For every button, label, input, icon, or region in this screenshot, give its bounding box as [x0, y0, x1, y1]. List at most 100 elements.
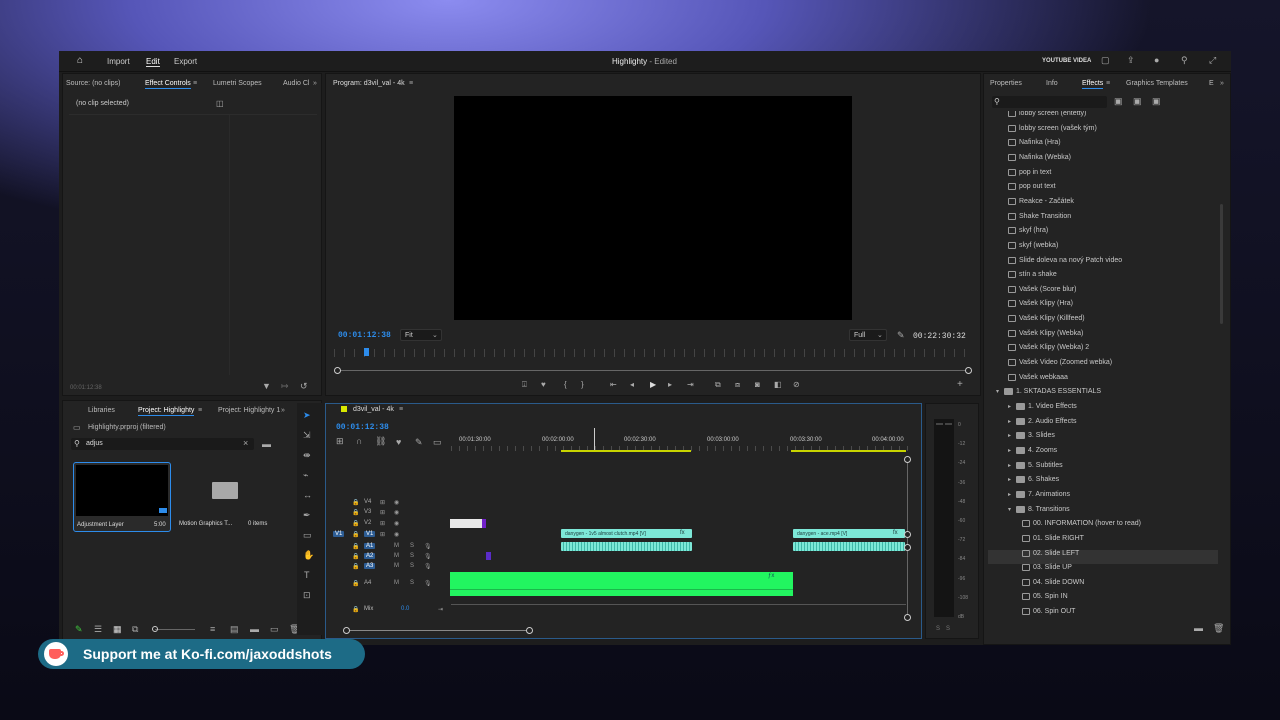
- lock-icon[interactable]: 🔒: [352, 580, 359, 587]
- solo-left[interactable]: S: [936, 626, 940, 632]
- track-label[interactable]: V3: [364, 509, 371, 515]
- effect-item[interactable]: pop out text: [988, 183, 1218, 197]
- effect-item[interactable]: 02. Slide LEFT: [988, 549, 1218, 564]
- effect-item[interactable]: Nafinka (Webka): [988, 153, 1218, 168]
- mute-icon[interactable]: M: [394, 543, 399, 549]
- tab-properties[interactable]: Properties: [990, 80, 1022, 87]
- track-label[interactable]: A2: [364, 553, 376, 559]
- clear-search-icon[interactable]: ×: [243, 438, 248, 448]
- add-button-icon[interactable]: +: [957, 379, 963, 390]
- search-icon[interactable]: ⚲: [1181, 56, 1188, 65]
- tab-essential[interactable]: E: [1209, 80, 1214, 87]
- lock-icon[interactable]: 🔒: [352, 531, 359, 538]
- sequence-tab[interactable]: d3vil_val - 4k: [353, 406, 394, 413]
- sync-lock-icon[interactable]: ⊞: [380, 499, 385, 506]
- mute-icon[interactable]: M: [394, 563, 399, 569]
- effect-item[interactable]: lobby screen (entetty): [988, 111, 1218, 124]
- lock-icon[interactable]: 🔒: [352, 563, 359, 570]
- project-item-adjustment-layer[interactable]: Adjustment Layer 5:00: [73, 462, 171, 532]
- effect-item[interactable]: ▸ 3. Slides: [988, 432, 1218, 446]
- effect-item[interactable]: 01. Slide RIGHT: [988, 534, 1218, 549]
- track-label[interactable]: V4: [364, 499, 371, 505]
- snap-icon[interactable]: ∩: [356, 437, 362, 446]
- accelerated-effects-icon[interactable]: ▣: [1114, 97, 1123, 106]
- lock-icon[interactable]: 🔒: [352, 543, 359, 550]
- home-icon[interactable]: ⌂: [77, 56, 83, 66]
- panel-layout-icon[interactable]: ▢: [1101, 56, 1110, 65]
- video-clip[interactable]: danygen - 1v5 almost clutch.mp4 [V] fx: [561, 529, 692, 538]
- timeline-ruler[interactable]: 00:01:30:00 00:02:00:00 00:02:30:00 00:0…: [451, 437, 911, 453]
- export-frame-icon[interactable]: ↦: [281, 382, 289, 391]
- effect-item[interactable]: ▸ 7. Animations: [988, 490, 1218, 505]
- mic-icon[interactable]: 🎙: [424, 553, 432, 560]
- tab-libraries[interactable]: Libraries: [88, 407, 115, 414]
- track-header[interactable]: 🔒 ⊞ ◉ V3: [326, 508, 451, 518]
- video-clip[interactable]: danygen - ace.mp4 [V] fx: [793, 529, 905, 538]
- eye-icon[interactable]: ◉: [394, 509, 399, 516]
- nav-export[interactable]: Export: [174, 57, 197, 66]
- scroll-handle-top[interactable]: [904, 456, 911, 463]
- effect-item[interactable]: 05. Spin IN: [988, 593, 1218, 607]
- scroll-handle-bottom[interactable]: [904, 614, 911, 621]
- eye-icon[interactable]: ◉: [394, 499, 399, 506]
- wrench-icon[interactable]: ✎: [897, 331, 905, 340]
- track-label[interactable]: V2: [364, 520, 371, 526]
- mix-value[interactable]: 0.0: [401, 606, 409, 612]
- effect-item[interactable]: skyf (hra): [988, 227, 1218, 241]
- chevron-right-icon[interactable]: ▸: [1008, 491, 1016, 498]
- extract-icon[interactable]: ⧈: [735, 380, 740, 390]
- effect-item[interactable]: Vašek Klipy (Hra): [988, 300, 1218, 314]
- nest-icon[interactable]: ⊞: [336, 437, 344, 446]
- type-tool-icon[interactable]: T: [304, 571, 310, 580]
- selection-tool-icon[interactable]: ➤: [303, 411, 311, 420]
- new-bin-icon[interactable]: ▬: [250, 625, 259, 634]
- track-header[interactable]: V1 🔒 ⊞ ◉ V1: [326, 530, 451, 540]
- more-tabs-icon[interactable]: »: [313, 79, 317, 88]
- track-label[interactable]: A4: [364, 580, 371, 586]
- add-marker-icon[interactable]: ♥: [541, 380, 546, 389]
- workspace-label[interactable]: YOUTUBE VIDEA: [1042, 58, 1091, 64]
- thumbnail-size-slider[interactable]: [155, 629, 195, 630]
- mix-track-header[interactable]: 🔒 Mix 0.0 ⇥: [326, 605, 451, 615]
- panel-menu-icon[interactable]: ≡: [193, 79, 197, 88]
- effect-item[interactable]: ▾ 1. SKTADAS ESSENTIALS: [988, 388, 1218, 402]
- play-icon[interactable]: ▶: [650, 380, 656, 389]
- lock-icon[interactable]: 🔒: [352, 499, 359, 506]
- tab-audio-clip[interactable]: Audio Cl: [283, 80, 309, 87]
- automate-icon[interactable]: ▤: [230, 625, 239, 634]
- quality-select[interactable]: Full ⌄: [849, 329, 887, 341]
- icon-view-icon[interactable]: ▦: [113, 625, 122, 634]
- track-header[interactable]: 🔒 M S 🎙 A4: [326, 579, 451, 589]
- effect-item[interactable]: Nafinka (Hra): [988, 139, 1218, 153]
- camera-icon[interactable]: ◙: [755, 380, 760, 389]
- mute-icon[interactable]: M: [394, 580, 399, 586]
- scroll-handle-left[interactable]: [334, 367, 341, 374]
- 32bit-effects-icon[interactable]: ▣: [1133, 97, 1142, 106]
- pencil-icon[interactable]: ✎: [75, 625, 83, 634]
- mute-icon[interactable]: M: [394, 553, 399, 559]
- go-to-in-icon[interactable]: ⇤: [610, 380, 617, 389]
- slip-tool-icon[interactable]: ↔: [303, 491, 312, 500]
- go-to-out-icon[interactable]: ⇥: [687, 380, 694, 389]
- program-playhead-timecode[interactable]: 00:01:12:38: [338, 331, 391, 340]
- sync-lock-icon[interactable]: ⊞: [380, 531, 385, 538]
- scroll-handle[interactable]: [904, 531, 911, 538]
- project-search-input[interactable]: ⚲ adjus ×: [71, 438, 254, 450]
- undo-icon[interactable]: ↺: [300, 382, 308, 391]
- track-header[interactable]: 🔒 M S 🎙 A2: [326, 552, 451, 562]
- sequence-menu-icon[interactable]: ≡: [399, 405, 403, 414]
- effect-item[interactable]: 04. Slide DOWN: [988, 578, 1218, 593]
- adjustment-layer-clip[interactable]: [450, 519, 486, 528]
- lock-icon[interactable]: 🔒: [352, 553, 359, 560]
- effect-item[interactable]: Vašek webkaaa: [988, 373, 1218, 388]
- effect-item[interactable]: 00. INFORMATION (hover to read): [988, 520, 1218, 534]
- step-forward-icon[interactable]: ▸: [668, 380, 672, 389]
- effect-item[interactable]: 06. Spin OUT: [988, 608, 1218, 616]
- tab-effect-controls[interactable]: Effect Controls: [145, 80, 191, 89]
- project-menu-icon[interactable]: ≡: [198, 406, 202, 415]
- tab-lumetri-scopes[interactable]: Lumetri Scopes: [213, 80, 262, 87]
- program-menu-icon[interactable]: ≡: [409, 79, 413, 88]
- freeform-view-icon[interactable]: ⧉: [132, 625, 138, 634]
- new-bin-icon[interactable]: ▬: [262, 440, 271, 449]
- audio-clip[interactable]: [561, 542, 692, 551]
